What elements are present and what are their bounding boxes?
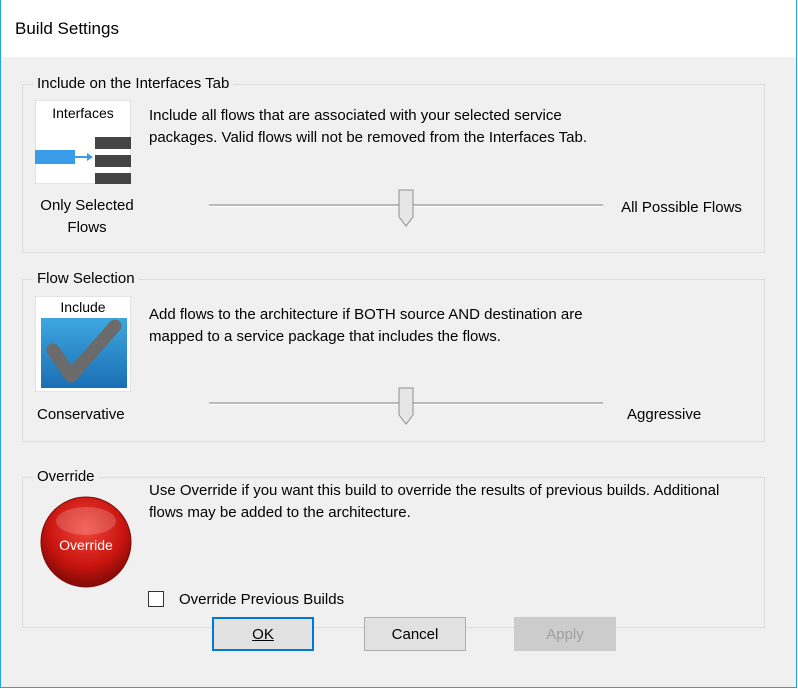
interfaces-left-label: Only Selected Flows [40,197,134,236]
ok-button-label: OK [252,625,274,643]
override-icon: Override [40,496,132,588]
interfaces-right-label: All Possible Flows [621,199,742,216]
cancel-button[interactable]: Cancel [364,617,466,651]
interfaces-icon-label: Interfaces [52,105,113,121]
include-icon-label: Include [60,299,105,315]
interfaces-group-legend: Include on the Interfaces Tab [33,74,234,94]
title-bar: Build Settings [1,0,796,57]
interfaces-icon: Interfaces [35,100,131,184]
flow-selection-description: Add flows to the architecture if BOTH so… [149,306,583,345]
window-title: Build Settings [15,19,119,38]
apply-button[interactable]: Apply [514,617,616,651]
flow-selection-right-label: Aggressive [627,406,702,423]
apply-button-label: Apply [546,625,584,643]
flow-selection-left-label: Conservative [37,406,125,423]
cancel-button-label: Cancel [391,625,439,643]
override-description: Use Override if you want this build to o… [149,482,720,521]
include-checkmark-icon: Include [35,296,131,392]
override-icon-label: Override [59,537,113,553]
override-group: Override Override Use Override if you wa… [22,467,765,628]
override-previous-builds-label[interactable]: Override Previous Builds [179,590,344,610]
override-previous-builds-checkbox[interactable] [148,591,164,607]
flow-selection-slider-thumb[interactable] [398,387,414,425]
interfaces-slider-thumb[interactable] [398,189,414,227]
flow-selection-group: Flow Selection Include Add flows to the … [22,269,765,442]
interfaces-description: Include all flows that are associated wi… [149,107,587,146]
interfaces-group: Include on the Interfaces Tab Interfaces… [22,74,765,253]
ok-button[interactable]: OK [212,617,314,651]
override-legend: Override [33,467,99,487]
build-settings-dialog: Build Settings Include on the Interfaces… [0,0,797,688]
flow-selection-legend: Flow Selection [33,269,139,289]
